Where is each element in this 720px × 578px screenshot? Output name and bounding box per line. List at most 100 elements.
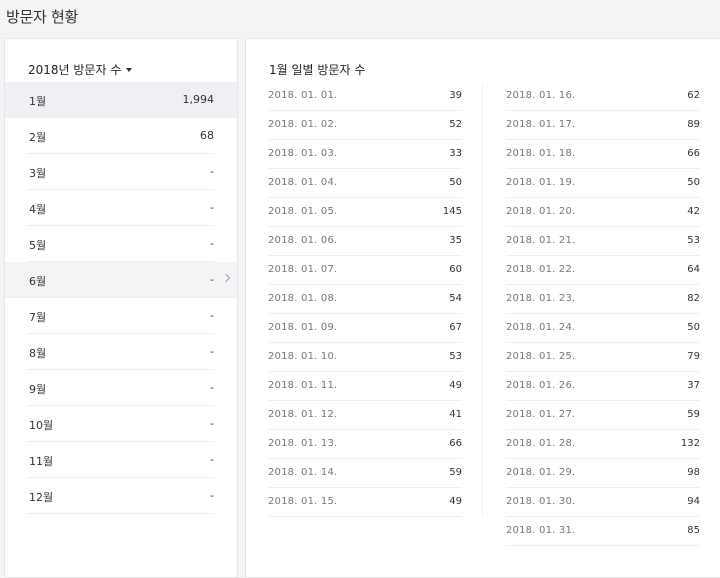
day-value: 94 [687,496,700,507]
day-row: 2018. 01. 08. 54 [268,285,462,314]
day-row: 2018. 01. 11. 49 [268,372,462,401]
day-value: 66 [449,438,462,449]
monthly-visitors-panel: 2018년 방문자 수 1월 1,994 2월 68 3월 - 4월 - 5월 - 6월 -… [4,38,238,578]
day-value: 60 [449,264,462,275]
day-date: 2018. 01. 30. [506,496,576,507]
day-row: 2018. 01. 04. 50 [268,169,462,198]
day-row: 2018. 01. 07. 60 [268,256,462,285]
day-row: 2018. 01. 29. 98 [506,459,700,488]
day-date: 2018. 01. 12. [268,409,338,420]
day-value: 82 [687,293,700,304]
month-row-07[interactable]: 7월 - [5,298,237,334]
day-value: 66 [687,148,700,159]
year-select-label: 2018년 방문자 수 [28,63,122,77]
day-row: 2018. 01. 27. 59 [506,401,700,430]
month-row-04[interactable]: 4월 - [5,190,237,226]
day-date: 2018. 01. 08. [268,293,338,304]
month-value: 68 [200,129,214,142]
month-row-02[interactable]: 2월 68 [5,118,237,154]
day-date: 2018. 01. 29. [506,467,576,478]
day-row: 2018. 01. 19. 50 [506,169,700,198]
day-row: 2018. 01. 09. 67 [268,314,462,343]
day-date: 2018. 01. 11. [268,380,338,391]
day-date: 2018. 01. 09. [268,322,338,333]
month-row-10[interactable]: 10월 - [5,406,237,442]
month-value: - [210,381,214,394]
day-row: 2018. 01. 06. 35 [268,227,462,256]
day-value: 59 [449,467,462,478]
month-label: 9월 [29,383,47,396]
day-value: 145 [442,206,462,217]
month-row-08[interactable]: 8월 - [5,334,237,370]
month-value: - [210,273,214,286]
month-row-05[interactable]: 5월 - [5,226,237,262]
day-date: 2018. 01. 18. [506,148,576,159]
day-value: 54 [449,293,462,304]
month-value: 1,994 [182,93,215,106]
month-value: - [210,237,214,250]
column-divider [482,85,483,515]
month-value: - [210,489,214,502]
month-row-12[interactable]: 12월 - [5,478,237,514]
month-label: 1월 [29,95,47,108]
day-value: 42 [687,206,700,217]
daily-visitors-panel: 1월 일별 방문자 수 2018. 01. 01. 39 2018. 01. 02… [245,38,720,578]
day-date: 2018. 01. 26. [506,380,576,391]
day-value: 89 [687,119,700,130]
day-value: 50 [687,177,700,188]
day-row: 2018. 01. 22. 64 [506,256,700,285]
day-value: 33 [449,148,462,159]
day-value: 132 [680,438,700,449]
day-value: 67 [449,322,462,333]
month-row-06[interactable]: 6월 - [5,262,237,298]
day-row: 2018. 01. 30. 94 [506,488,700,517]
caret-down-icon [126,67,133,72]
day-value: 37 [687,380,700,391]
month-row-09[interactable]: 9월 - [5,370,237,406]
day-row: 2018. 01. 26. 37 [506,372,700,401]
day-row: 2018. 01. 12. 41 [268,401,462,430]
day-row: 2018. 01. 10. 53 [268,343,462,372]
day-date: 2018. 01. 25. [506,351,576,362]
daily-column-2: 2018. 01. 16. 62 2018. 01. 17. 89 2018. 01… [506,82,700,546]
day-value: 62 [687,90,700,101]
day-row: 2018. 01. 13. 66 [268,430,462,459]
day-value: 53 [687,235,700,246]
day-date: 2018. 01. 07. [268,264,338,275]
month-label: 12월 [29,491,54,504]
month-label: 11월 [29,455,54,468]
day-value: 39 [449,90,462,101]
day-date: 2018. 01. 01. [268,90,338,101]
month-label: 4월 [29,203,47,216]
month-label: 3월 [29,167,47,180]
daily-title: 1월 일별 방문자 수 [269,63,366,77]
day-date: 2018. 01. 03. [268,148,338,159]
day-row: 2018. 01. 15. 49 [268,488,462,517]
day-row: 2018. 01. 21. 53 [506,227,700,256]
day-value: 85 [687,525,700,536]
month-value: - [210,309,214,322]
day-date: 2018. 01. 02. [268,119,338,130]
year-select[interactable]: 2018년 방문자 수 [28,61,133,78]
day-row: 2018. 01. 16. 62 [506,82,700,111]
month-row-01[interactable]: 1월 1,994 [5,82,237,118]
day-row: 2018. 01. 25. 79 [506,343,700,372]
month-row-03[interactable]: 3월 - [5,154,237,190]
day-value: 50 [449,177,462,188]
day-date: 2018. 01. 06. [268,235,338,246]
month-label: 5월 [29,239,47,252]
day-row: 2018. 01. 28. 132 [506,430,700,459]
daily-column-1: 2018. 01. 01. 39 2018. 01. 02. 52 2018. 01… [268,82,462,517]
month-label: 6월 [29,275,47,288]
month-value: - [210,165,214,178]
day-date: 2018. 01. 27. [506,409,576,420]
day-value: 98 [687,467,700,478]
day-date: 2018. 01. 15. [268,496,338,507]
day-date: 2018. 01. 23. [506,293,576,304]
day-value: 49 [449,496,462,507]
month-row-11[interactable]: 11월 - [5,442,237,478]
day-row: 2018. 01. 17. 89 [506,111,700,140]
day-date: 2018. 01. 13. [268,438,338,449]
day-row: 2018. 01. 14. 59 [268,459,462,488]
day-value: 52 [449,119,462,130]
